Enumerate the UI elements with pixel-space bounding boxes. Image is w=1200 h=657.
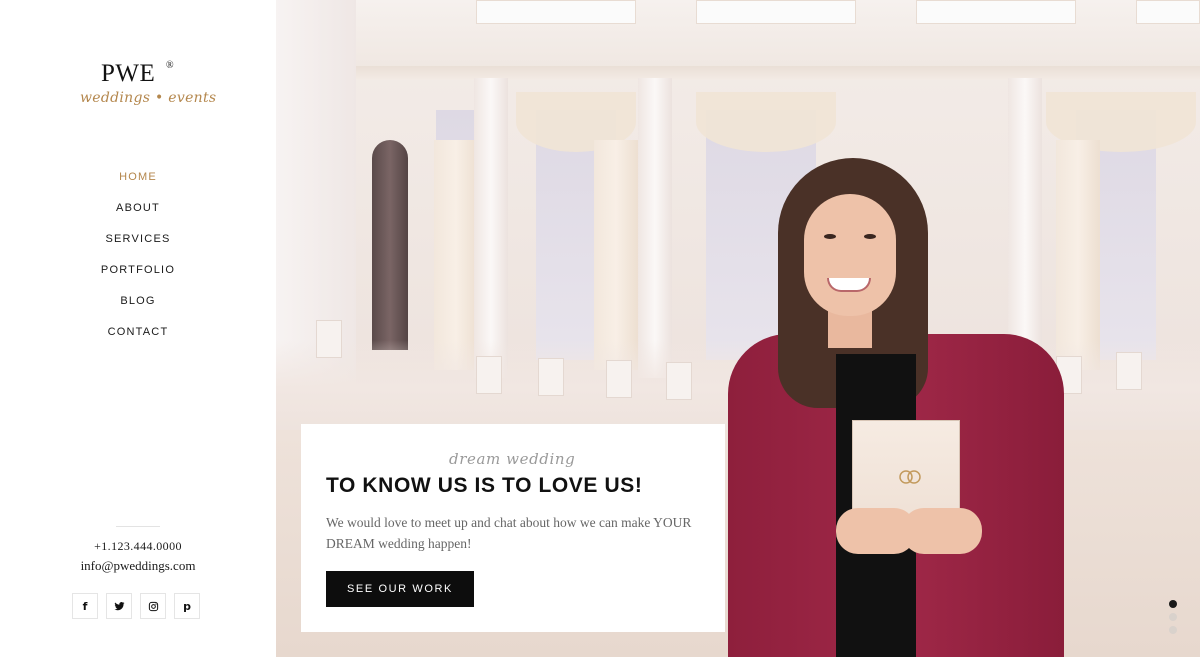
pinterest-glyph: p <box>183 599 191 613</box>
facebook-glyph: f <box>82 599 88 613</box>
hero-hand <box>902 508 982 554</box>
logo-mark: PWE <box>101 60 156 87</box>
hero-curtain <box>434 140 478 370</box>
hero-chair <box>666 362 692 400</box>
hero-skylight <box>476 0 636 24</box>
hero-chair <box>1116 352 1142 390</box>
sidebar-divider <box>116 526 160 527</box>
nav-item-about[interactable]: ABOUT <box>0 199 276 230</box>
pinterest-icon[interactable]: p <box>174 593 200 619</box>
slider-dot[interactable] <box>1169 613 1177 621</box>
main-nav: HOME ABOUT SERVICES PORTFOLIO BLOG CONTA… <box>0 168 276 354</box>
contact-email[interactable]: info@pweddings.com <box>0 558 276 574</box>
instagram-glyph <box>148 601 158 611</box>
hero-curtain <box>594 140 638 370</box>
slider-dot[interactable] <box>1169 626 1177 634</box>
registered-mark: ® <box>166 60 174 71</box>
twitter-glyph <box>113 601 125 610</box>
nav-item-services[interactable]: SERVICES <box>0 230 276 261</box>
sidebar: PWE ® weddings • events HOME ABOUT SERVI… <box>0 0 276 657</box>
social-links: f p <box>72 593 200 619</box>
site-logo[interactable]: PWE ® weddings • events <box>0 58 276 128</box>
twitter-icon[interactable] <box>106 593 132 619</box>
card-script-heading: dream wedding <box>449 450 576 468</box>
hero-chair <box>606 360 632 398</box>
hero-skylight <box>696 0 856 24</box>
hero-cornice <box>276 66 1200 80</box>
card-text: We would love to meet up and chat about … <box>326 515 692 551</box>
intro-card: dream wedding TO KNOW US IS TO LOVE US! … <box>301 424 725 632</box>
see-our-work-button[interactable]: SEE OUR WORK <box>326 571 474 607</box>
hero-chair <box>476 356 502 394</box>
hero-column <box>474 78 508 378</box>
contact-phone[interactable]: +1.123.444.0000 <box>0 539 276 554</box>
hero-skylight <box>1136 0 1200 24</box>
hero-woman <box>706 158 1066 657</box>
hero-chair <box>538 358 564 396</box>
hero-chair <box>316 320 342 358</box>
hero-eye <box>824 234 836 239</box>
instagram-icon[interactable] <box>140 593 166 619</box>
hero-column <box>638 78 672 378</box>
facebook-icon[interactable]: f <box>72 593 98 619</box>
hero-skylight <box>916 0 1076 24</box>
nav-item-home[interactable]: HOME <box>0 168 276 199</box>
logo-tagline: weddings • events <box>80 90 217 106</box>
nav-item-contact[interactable]: CONTACT <box>0 323 276 354</box>
hero-drape <box>696 92 836 152</box>
hero-face <box>804 194 896 316</box>
card-title: TO KNOW US IS TO LOVE US! <box>326 474 643 497</box>
nav-item-portfolio[interactable]: PORTFOLIO <box>0 261 276 292</box>
nav-item-blog[interactable]: BLOG <box>0 292 276 323</box>
hero-eye <box>864 234 876 239</box>
rings-icon <box>899 470 921 484</box>
hero-dark-drape <box>372 140 408 350</box>
slider-pagination <box>1169 600 1179 639</box>
slider-dot[interactable] <box>1169 600 1177 608</box>
